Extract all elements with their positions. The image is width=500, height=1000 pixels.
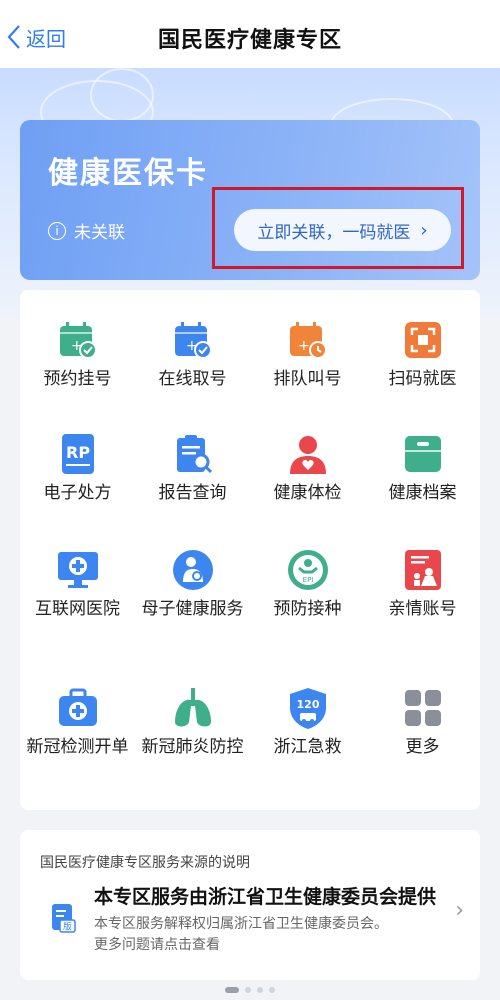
highlight-box <box>212 187 464 269</box>
info-icon: i <box>48 221 66 240</box>
notice-description: 本专区服务解释权归属浙江省卫生健康委员会。 更多问题请点击查看 <box>94 914 434 956</box>
grid-item-15[interactable]: 120 浙江急救 <box>250 686 365 758</box>
service-source-notice[interactable]: 国民医疗健康专区服务来源的说明 版 本专区服务由浙江省卫生健康委员会提供 本专区… <box>20 830 480 980</box>
page-dot <box>257 987 263 993</box>
grid-item-11[interactable]: EPI 预防接种 <box>250 548 365 620</box>
grid-item-13[interactable]: 新冠检测开单 <box>20 686 135 758</box>
page-dot <box>245 987 251 993</box>
grid-item-5[interactable]: RP 电子处方 <box>20 432 135 504</box>
grid-item-label: 浙江急救 <box>273 737 342 757</box>
notice-icon-badge: 版 <box>63 921 72 933</box>
grid-item-label: 更多 <box>405 737 440 757</box>
calendar-check-icon: + <box>56 318 100 362</box>
grid-item-label: 排队叫号 <box>273 369 342 389</box>
notice-desc-line1: 本专区服务解释权归属浙江省卫生健康委员会。 <box>94 916 388 932</box>
grid-item-3[interactable]: + 排队叫号 <box>250 318 365 390</box>
report-search-icon <box>171 432 215 476</box>
svg-text:+: + <box>298 338 310 354</box>
grid-item-label: 新冠肺炎防控 <box>141 737 244 757</box>
health-file-icon <box>401 432 445 476</box>
medical-kit-icon <box>56 686 100 730</box>
document-icon: 版 <box>52 904 76 933</box>
grid-item-14[interactable]: 新冠肺炎防控 <box>135 686 250 758</box>
notice-title: 本专区服务由浙江省卫生健康委员会提供 <box>94 886 437 908</box>
grid-item-label: 母子健康服务 <box>141 599 244 619</box>
internet-hospital-icon <box>56 548 100 592</box>
grid-item-label: 预防接种 <box>273 599 342 619</box>
grid-item-label: 健康体检 <box>273 483 342 503</box>
grid-item-6[interactable]: 报告查询 <box>135 432 250 504</box>
family-account-icon <box>401 548 445 592</box>
grid-item-12[interactable]: 亲情账号 <box>365 548 480 620</box>
grid-item-label: 健康档案 <box>388 483 457 503</box>
grid-item-9[interactable]: 互联网医院 <box>20 548 135 620</box>
emergency-120-icon: 120 <box>286 686 330 730</box>
grid-item-10[interactable]: 母子健康服务 <box>135 548 250 620</box>
prescription-icon: RP <box>56 432 100 476</box>
nav-bar: 返回 国民医疗健康专区 <box>0 0 500 70</box>
svg-text:EPI: EPI <box>302 576 313 584</box>
grid-item-2[interactable]: + 在线取号 <box>135 318 250 390</box>
grid-item-label: 新冠检测开单 <box>26 737 129 757</box>
status-text: 未关联 <box>74 223 125 243</box>
grid-item-label: 在线取号 <box>158 369 227 389</box>
page-dot <box>269 987 275 993</box>
chevron-right-icon[interactable]: › <box>455 898 464 923</box>
card-status: i 未关联 <box>48 218 125 243</box>
mother-child-icon <box>171 548 215 592</box>
calendar-check-blue-icon: + <box>171 318 215 362</box>
card-title: 健康医保卡 <box>48 156 208 191</box>
grid-item-label: 预约挂号 <box>43 369 112 389</box>
notice-desc-line2[interactable]: 更多问题请点击查看 <box>94 935 434 956</box>
grid-item-7[interactable]: 健康体检 <box>250 432 365 504</box>
calendar-clock-icon: + <box>286 318 330 362</box>
services-panel: + 预约挂号 + 在线取号 + 排队叫号 扫码就医 RP 电子处方 报告查询 健康体检 健康档案互联网… <box>20 290 480 810</box>
grid-item-label: 扫码就医 <box>388 369 457 389</box>
scan-icon <box>401 318 445 362</box>
grid-item-label: 报告查询 <box>158 483 227 503</box>
page-indicator <box>0 987 500 993</box>
grid-item-label: 电子处方 <box>43 483 112 503</box>
grid-item-16[interactable]: 更多 <box>365 686 480 758</box>
vaccination-icon: EPI <box>286 548 330 592</box>
grid-item-label: 互联网医院 <box>35 599 120 619</box>
lungs-icon <box>171 686 215 730</box>
checkup-person-icon <box>286 432 330 476</box>
svg-text:120: 120 <box>296 698 319 711</box>
grid-item-label: 亲情账号 <box>388 599 457 619</box>
page-title: 国民医疗健康专区 <box>157 28 342 53</box>
grid-item-8[interactable]: 健康档案 <box>365 432 480 504</box>
svg-text:RP: RP <box>66 443 90 462</box>
grid-item-1[interactable]: + 预约挂号 <box>20 318 135 390</box>
notice-heading: 国民医疗健康专区服务来源的说明 <box>40 855 250 871</box>
grid-item-4[interactable]: 扫码就医 <box>365 318 480 390</box>
page-dot-active <box>225 987 239 993</box>
more-grid-icon <box>401 686 445 730</box>
